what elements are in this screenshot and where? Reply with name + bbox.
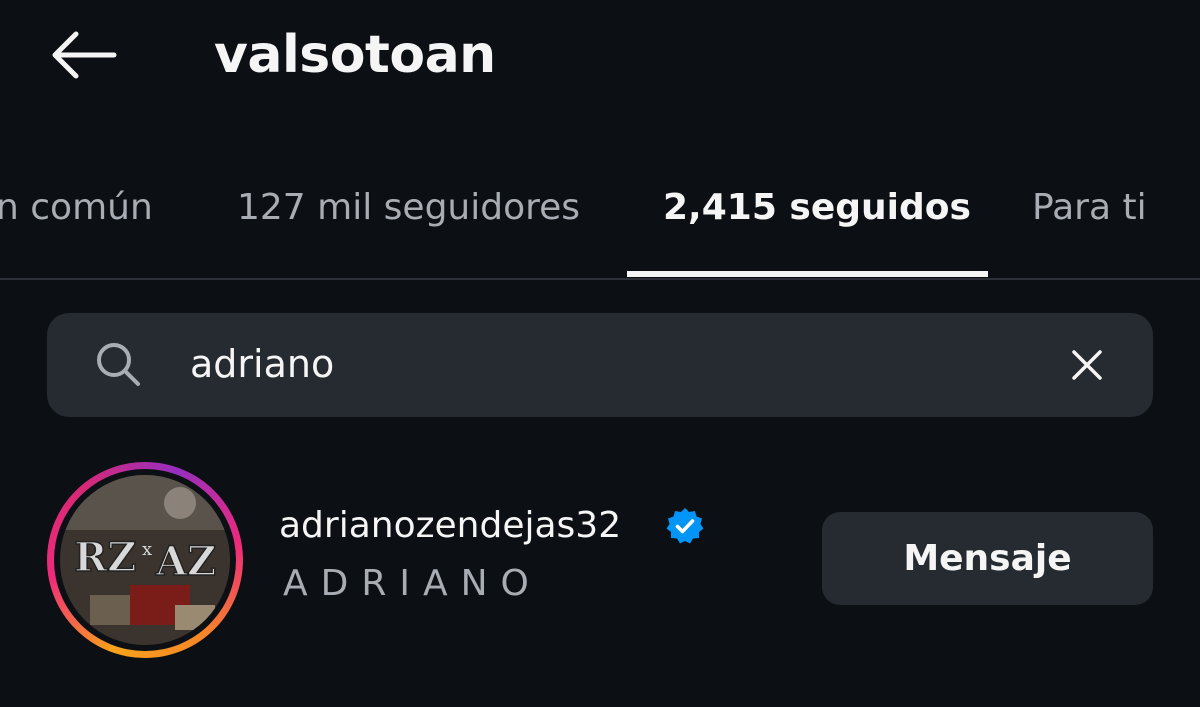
avatar-border: RZ x AZ (54, 469, 236, 651)
result-username[interactable]: adrianozendejas32 (279, 502, 621, 550)
tab-followers[interactable]: 127 mil seguidores (237, 182, 580, 234)
top-bar: valsotoan (0, 0, 1200, 112)
back-button[interactable] (44, 24, 122, 86)
tab-in-common[interactable]: n común (0, 182, 153, 234)
list-item[interactable]: RZ x AZ adrianozendejas32 ADRIANO Mensaj… (0, 450, 1200, 670)
avatar-story-ring[interactable]: RZ x AZ (47, 462, 243, 658)
message-button[interactable]: Mensaje (822, 512, 1153, 605)
svg-text:AZ: AZ (155, 538, 216, 585)
tab-for-you[interactable]: Para ti (1032, 182, 1147, 234)
search-input[interactable] (190, 331, 1010, 397)
close-icon[interactable] (1064, 342, 1110, 388)
tab-bar: n común 127 mil seguidores 2,415 seguido… (0, 160, 1200, 280)
active-tab-indicator (627, 271, 988, 277)
search-icon (97, 343, 140, 386)
result-full-name: ADRIANO (283, 563, 542, 604)
svg-text:x: x (142, 539, 152, 560)
following-screen: valsotoan n común 127 mil seguidores 2,4… (0, 0, 1200, 707)
svg-text:RZ: RZ (74, 534, 136, 581)
avatar: RZ x AZ (60, 475, 230, 645)
tab-following[interactable]: 2,415 seguidos (663, 182, 971, 234)
avatar-image: RZ x AZ (60, 475, 230, 645)
verified-badge-icon (666, 508, 704, 544)
arrow-left-icon (52, 31, 117, 79)
page-title: valsotoan (214, 25, 496, 85)
